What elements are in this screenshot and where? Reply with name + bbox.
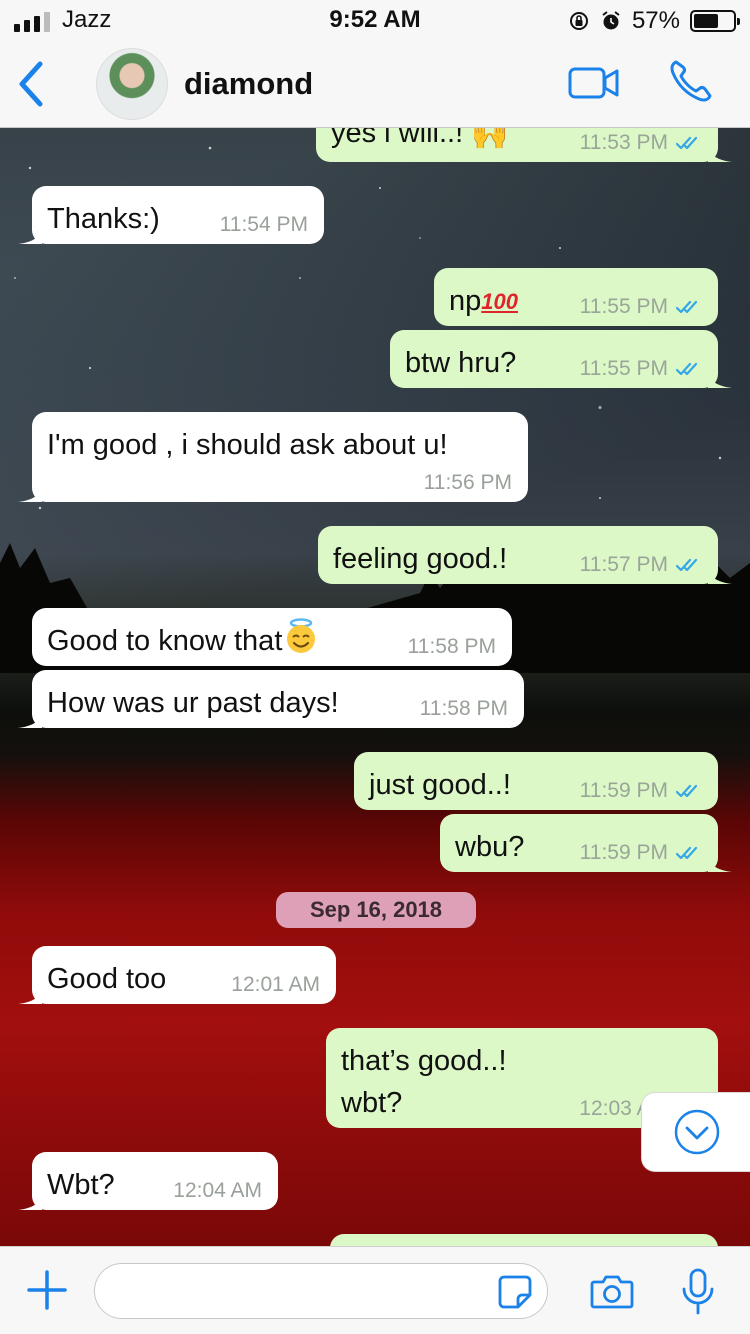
- message-time: 12:04 AM: [173, 1179, 262, 1202]
- message-time: 11:53 PM: [579, 131, 668, 154]
- message-input[interactable]: [94, 1263, 548, 1319]
- read-ticks-icon: [676, 136, 698, 150]
- message-time: 11:55 PM: [579, 357, 668, 380]
- message-time: 11:58 PM: [407, 635, 496, 658]
- alarm-icon: [602, 11, 620, 30]
- sticker-icon[interactable]: [498, 1275, 532, 1309]
- date-separator: Sep 16, 2018: [276, 892, 476, 928]
- message-time: 12:01 AM: [231, 973, 320, 996]
- battery-icon: [690, 10, 740, 32]
- hundred-points-emoji: 100: [481, 289, 518, 315]
- message-incoming[interactable]: Thanks:) 11:54 PM: [18, 186, 324, 244]
- message-incoming[interactable]: Wbt? 12:04 AM: [18, 1152, 278, 1210]
- message-incoming[interactable]: I'm good , i should ask about u! 11:56 P…: [18, 412, 528, 502]
- message-incoming[interactable]: How was ur past days! 11:58 PM: [18, 670, 524, 728]
- message-outgoing-partial[interactable]: [330, 1234, 718, 1246]
- message-outgoing[interactable]: just good..! 11:59 PM: [354, 752, 718, 810]
- back-chevron-icon[interactable]: [12, 58, 52, 110]
- message-input-bar: [0, 1246, 750, 1334]
- message-time: 11:59 PM: [579, 779, 668, 802]
- message-time: 11:56 PM: [423, 471, 512, 494]
- camera-icon[interactable]: [590, 1273, 634, 1309]
- battery-percentage: 57%: [631, 7, 680, 34]
- avatar[interactable]: [96, 48, 168, 120]
- status-bar: Jazz 9:52 AM 57%: [0, 0, 750, 40]
- smiling-face-with-halo-emoji: [287, 618, 316, 654]
- raised-hands-emoji: 🙌: [471, 128, 509, 151]
- message-incoming[interactable]: Good to know that 11:58 PM: [32, 608, 512, 666]
- rotation-lock-icon: [569, 12, 588, 30]
- video-call-icon[interactable]: [568, 66, 620, 100]
- chat-header: diamond: [0, 40, 750, 128]
- message-time: 11:55 PM: [579, 295, 668, 318]
- read-ticks-icon: [676, 300, 698, 314]
- message-time: 11:54 PM: [219, 213, 308, 236]
- read-ticks-icon: [676, 784, 698, 798]
- message-time: 11:58 PM: [419, 697, 508, 720]
- message-outgoing[interactable]: feeling good.! 11:57 PM: [318, 526, 732, 584]
- message-outgoing[interactable]: wbu? 11:59 PM: [440, 814, 732, 872]
- read-ticks-icon: [676, 558, 698, 572]
- plus-icon[interactable]: [26, 1269, 68, 1311]
- message-outgoing[interactable]: yes i will..! 🙌 11:53 PM: [316, 128, 732, 162]
- read-ticks-icon: [676, 846, 698, 860]
- contact-name[interactable]: diamond: [184, 66, 313, 102]
- chat-area[interactable]: yes i will..! 🙌 11:53 PM Thanks:) 11:54 …: [0, 128, 750, 1246]
- message-time: 11:57 PM: [579, 553, 668, 576]
- read-ticks-icon: [676, 362, 698, 376]
- message-incoming[interactable]: Good too 12:01 AM: [18, 946, 336, 1004]
- message-outgoing[interactable]: np100 11:55 PM: [434, 268, 718, 326]
- phone-icon[interactable]: [668, 58, 714, 104]
- scroll-to-bottom-button[interactable]: [641, 1092, 750, 1172]
- message-time: 11:59 PM: [579, 841, 668, 864]
- chevron-down-icon: [674, 1109, 720, 1155]
- message-outgoing[interactable]: btw hru? 11:55 PM: [390, 330, 732, 388]
- microphone-icon[interactable]: [680, 1267, 716, 1317]
